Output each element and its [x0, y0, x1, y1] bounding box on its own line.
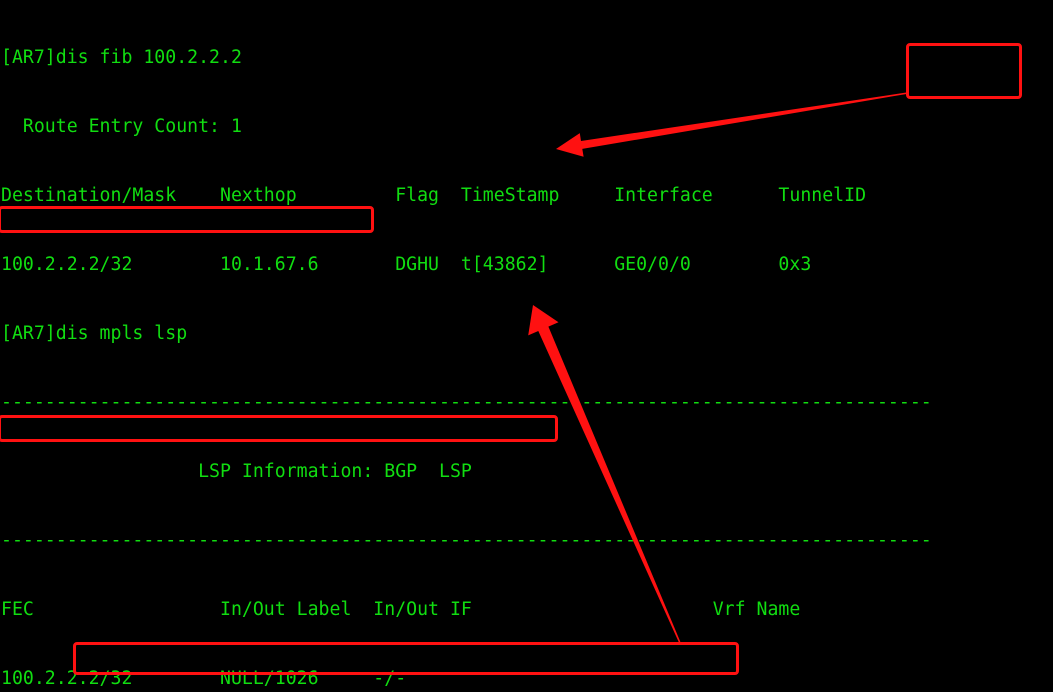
- terminal-line: Destination/Mask Nexthop Flag TimeStamp …: [1, 185, 867, 206]
- terminal-line: FEC In/Out Label In/Out IF Vrf Name: [1, 599, 801, 620]
- terminal-line: ----------------------------------------…: [1, 392, 932, 413]
- terminal-line: [AR7]dis mpls lsp: [1, 323, 188, 344]
- terminal-line: 100.2.2.2/32 10.1.67.6 DGHU t[43862] GE0…: [1, 254, 812, 275]
- terminal-line: Route Entry Count: 1: [1, 116, 242, 137]
- terminal-line: ----------------------------------------…: [1, 530, 932, 551]
- terminal-output[interactable]: [AR7]dis fib 100.2.2.2 Route Entry Count…: [0, 0, 1053, 692]
- terminal-screenshot: [AR7]dis fib 100.2.2.2 Route Entry Count…: [0, 0, 1053, 692]
- terminal-line: 100.2.2.2/32 NULL/1026 -/-: [1, 668, 407, 689]
- terminal-line: [AR7]dis fib 100.2.2.2: [1, 47, 242, 68]
- terminal-line: LSP Information: BGP LSP: [1, 461, 472, 482]
